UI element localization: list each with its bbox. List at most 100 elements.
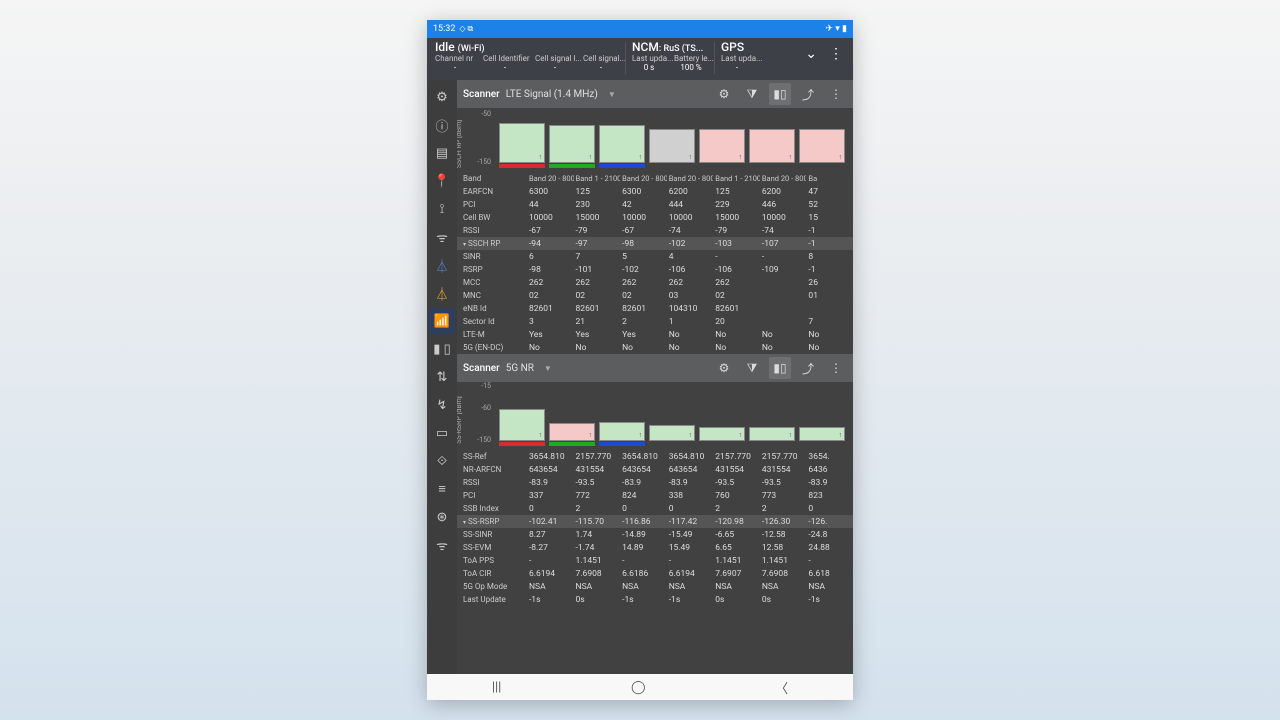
status-time: 15:32	[433, 24, 455, 34]
expand-icon[interactable]: ⌄	[805, 46, 817, 62]
filter-icon[interactable]: ⧩	[741, 83, 763, 105]
cell: 6.6186	[620, 569, 667, 579]
row-label: ToA PPS	[457, 556, 527, 565]
bar: ↑	[799, 427, 845, 446]
antenna2-icon[interactable]: ⏃	[429, 280, 455, 306]
linechart-icon[interactable]: ⤴	[797, 83, 819, 105]
cell: -12.58	[760, 530, 807, 540]
more-icon[interactable]: ⋮	[825, 357, 847, 379]
cell: No	[667, 330, 714, 340]
app-header: Idle (Wi-Fi) Channel nr - Cell Identifie…	[427, 38, 853, 80]
cell: 1.1451	[574, 556, 621, 566]
cell: NSA	[806, 582, 853, 592]
phone-icon[interactable]: ▭	[429, 420, 455, 446]
bar: ↑	[749, 129, 795, 168]
more-icon[interactable]: ⋮	[829, 52, 843, 56]
table-row: RSSI-67-79-67-74-79-74-1	[457, 224, 853, 237]
cell: -	[806, 556, 853, 566]
row-label: SS-SINR	[457, 530, 527, 539]
cell: 15000	[713, 213, 760, 223]
cell: 643654	[527, 465, 574, 475]
dropdown-icon[interactable]: ▼	[608, 90, 616, 99]
cell: -79	[713, 226, 760, 236]
more-icon[interactable]: ⋮	[825, 83, 847, 105]
cell: 03	[667, 291, 714, 301]
tick: -150	[477, 158, 491, 166]
cell: No	[527, 343, 574, 353]
cell: 02	[620, 291, 667, 301]
globe-icon[interactable]: ⊛	[429, 504, 455, 530]
cell: 772	[574, 491, 621, 501]
pin-outline-icon[interactable]: ⟟	[429, 196, 455, 222]
pin-icon[interactable]: 📍	[429, 168, 455, 194]
gear-icon[interactable]: ⚙	[713, 357, 735, 379]
info-icon[interactable]: ⓘ	[429, 112, 455, 138]
bars-icon[interactable]: ▮ ▯	[429, 336, 455, 362]
dropdown-icon[interactable]: ▼	[544, 364, 552, 373]
scanner1-ylabel: SSCH RP [dBm]	[457, 120, 463, 168]
cell: 2	[574, 504, 621, 514]
cell: NSA	[667, 582, 714, 592]
cell: 5	[620, 252, 667, 262]
row-label: Last Update	[457, 595, 527, 604]
cell: No	[760, 343, 807, 353]
linechart-icon[interactable]: ⤴	[797, 357, 819, 379]
back-icon[interactable]: 〈	[775, 678, 788, 697]
signal-icon[interactable]: 📶	[429, 308, 455, 334]
row-label: Sector Id	[457, 317, 527, 326]
gear-icon[interactable]: ⚙	[429, 84, 455, 110]
wifi-icon[interactable]: ᯤ	[429, 224, 455, 250]
cell: 0	[806, 504, 853, 514]
battery-val: 100 %	[674, 63, 708, 72]
cell: 2	[713, 504, 760, 514]
table-row: PCI442304244422944652	[457, 198, 853, 211]
cell: -67	[620, 226, 667, 236]
cell: -	[620, 556, 667, 566]
clipboard-icon[interactable]: ▤	[429, 140, 455, 166]
cell: 2157.770	[713, 452, 760, 462]
swap-icon[interactable]: ⇅	[429, 364, 455, 390]
route-icon[interactable]: ↯	[429, 392, 455, 418]
cell: 14.89	[620, 543, 667, 553]
cell: 02	[574, 291, 621, 301]
scanner2-mode[interactable]: 5G NR	[506, 363, 534, 374]
barchart-icon[interactable]: ▮▯	[769, 83, 791, 105]
cell: -106	[667, 265, 714, 275]
scanner2-chart: SS-RSRP [dBm] -15 -60 -150 ↑↑↑↑↑↑↑	[457, 382, 853, 450]
cell: -1	[806, 239, 853, 249]
scanner1-label: Scanner	[463, 89, 500, 100]
recents-icon[interactable]: |||	[492, 680, 502, 695]
cell: 10000	[760, 213, 807, 223]
antenna-icon[interactable]: ⏃	[429, 252, 455, 278]
cell: 2157.770	[760, 452, 807, 462]
filter-icon[interactable]: ⧩	[741, 357, 763, 379]
row-label: ▾SS-RSRP	[457, 517, 527, 526]
bar: ↑	[599, 125, 645, 168]
cell: 262	[574, 278, 621, 288]
scanner1-mode[interactable]: LTE Signal (1.4 MHz)	[506, 89, 598, 100]
wifi2-icon[interactable]: ᯤ	[429, 532, 455, 558]
cell: -98	[527, 265, 574, 275]
cell: -1	[806, 265, 853, 275]
cell: 337	[527, 491, 574, 501]
cell: 446	[760, 200, 807, 210]
cell: -15.49	[667, 530, 714, 540]
gear-icon[interactable]: ⚙	[713, 83, 735, 105]
cell: 24.88	[806, 543, 853, 553]
cell: NSA	[760, 582, 807, 592]
cell: -	[760, 252, 807, 262]
cell: 82601	[713, 304, 760, 314]
row-label: PCI	[457, 200, 527, 209]
cell: 125	[574, 187, 621, 197]
cell: 3654.810	[527, 452, 574, 462]
broadcast-icon[interactable]: ⟐	[429, 448, 455, 474]
home-icon[interactable]: ◯	[631, 680, 646, 695]
cell-signal-val: -	[583, 63, 619, 72]
cell: 12.58	[760, 543, 807, 553]
bar: ↑	[499, 409, 545, 446]
cell: -98	[620, 239, 667, 249]
list-icon[interactable]: ≡	[429, 476, 455, 502]
barchart-icon[interactable]: ▮▯	[769, 357, 791, 379]
cell: -	[527, 556, 574, 566]
cell: 7.6907	[713, 569, 760, 579]
